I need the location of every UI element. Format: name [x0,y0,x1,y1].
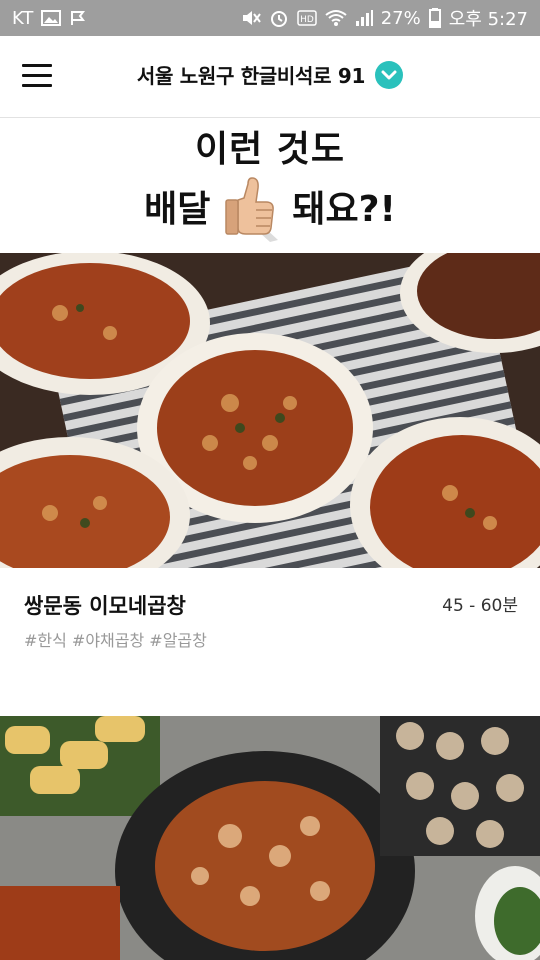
mute-icon [241,9,261,27]
chevron-down-icon [375,60,404,89]
delivery-time: 45 - 60분 [442,596,518,616]
app-header: 서울 노원구 한글비석로 91 [0,36,540,118]
restaurant-tags: #한식 #야채곱창 #알곱창 [24,631,207,650]
food-photo [0,716,540,960]
thumbs-up-icon [218,170,284,242]
flag-icon [69,9,87,27]
food-photo [0,253,540,568]
status-bar: KT HD 27% 오후 5:27 [0,0,540,36]
promo-title-line2: 배달 돼요?! [0,170,540,242]
promo-title-left: 배달 [144,189,211,230]
hd-icon: HD [296,10,317,26]
gallery-icon [41,9,62,27]
address-selector[interactable]: 서울 노원구 한글비석로 91 [0,60,540,89]
address-label: 서울 노원구 한글비석로 91 [136,64,366,88]
wifi-icon [325,9,347,27]
promo-title-right: 돼요?! [292,189,396,230]
battery-percent: 27% [380,7,421,29]
restaurant-card[interactable]: 쌍문동 이모네곱창 45 - 60분 #한식 #야채곱창 #알곱창 [0,253,540,698]
battery-icon [428,8,441,28]
carrier-label: KT [12,7,34,29]
svg-text:HD: HD [300,15,314,25]
promo-title-line1: 이런 것도 [194,129,345,170]
promo-banner[interactable]: 이런 것도 배달 돼요?! [0,118,540,253]
restaurant-card[interactable] [0,716,540,960]
signal-icon [355,9,373,27]
alarm-icon [269,8,289,28]
clock: 오후 5:27 [448,9,528,30]
restaurant-name: 쌍문동 이모네곱창 [24,594,186,618]
